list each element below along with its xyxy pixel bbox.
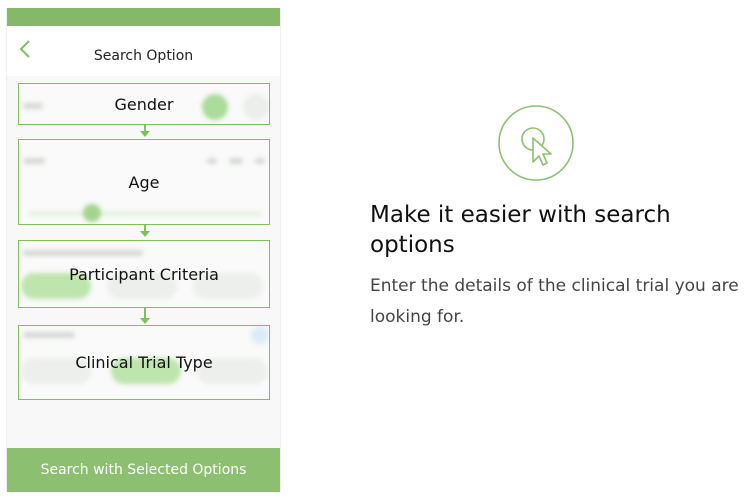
gender-section[interactable]: Gender — [18, 83, 270, 125]
age-section[interactable]: Age — [18, 139, 270, 225]
search-with-selected-options-button[interactable]: Search with Selected Options — [7, 448, 280, 492]
participant-criteria-label: Participant Criteria — [69, 264, 219, 284]
pointer-click-icon — [498, 105, 574, 181]
page-title: Search Option — [93, 48, 194, 64]
phone-mockup: Search Option Gender Age Participant Cri… — [6, 8, 281, 492]
info-description: Enter the details of the clinical trial … — [370, 276, 739, 327]
search-options-panel: Gender Age Participant Criteria Clinical… — [7, 76, 280, 456]
connector-arrow-icon — [140, 231, 150, 237]
gender-section-label: Gender — [114, 94, 174, 114]
clinical-trial-type-section[interactable]: Clinical Trial Type — [18, 325, 270, 400]
info-title: Make it easier with search options — [370, 202, 671, 258]
app-bar: Search Option — [7, 26, 280, 77]
clinical-trial-type-label: Clinical Trial Type — [75, 353, 213, 372]
age-section-label: Age — [128, 172, 160, 192]
connector-arrow-icon — [140, 318, 150, 324]
status-bar — [7, 8, 280, 26]
participant-criteria-section[interactable]: Participant Criteria — [18, 240, 270, 308]
connector-arrow-icon — [140, 131, 150, 137]
